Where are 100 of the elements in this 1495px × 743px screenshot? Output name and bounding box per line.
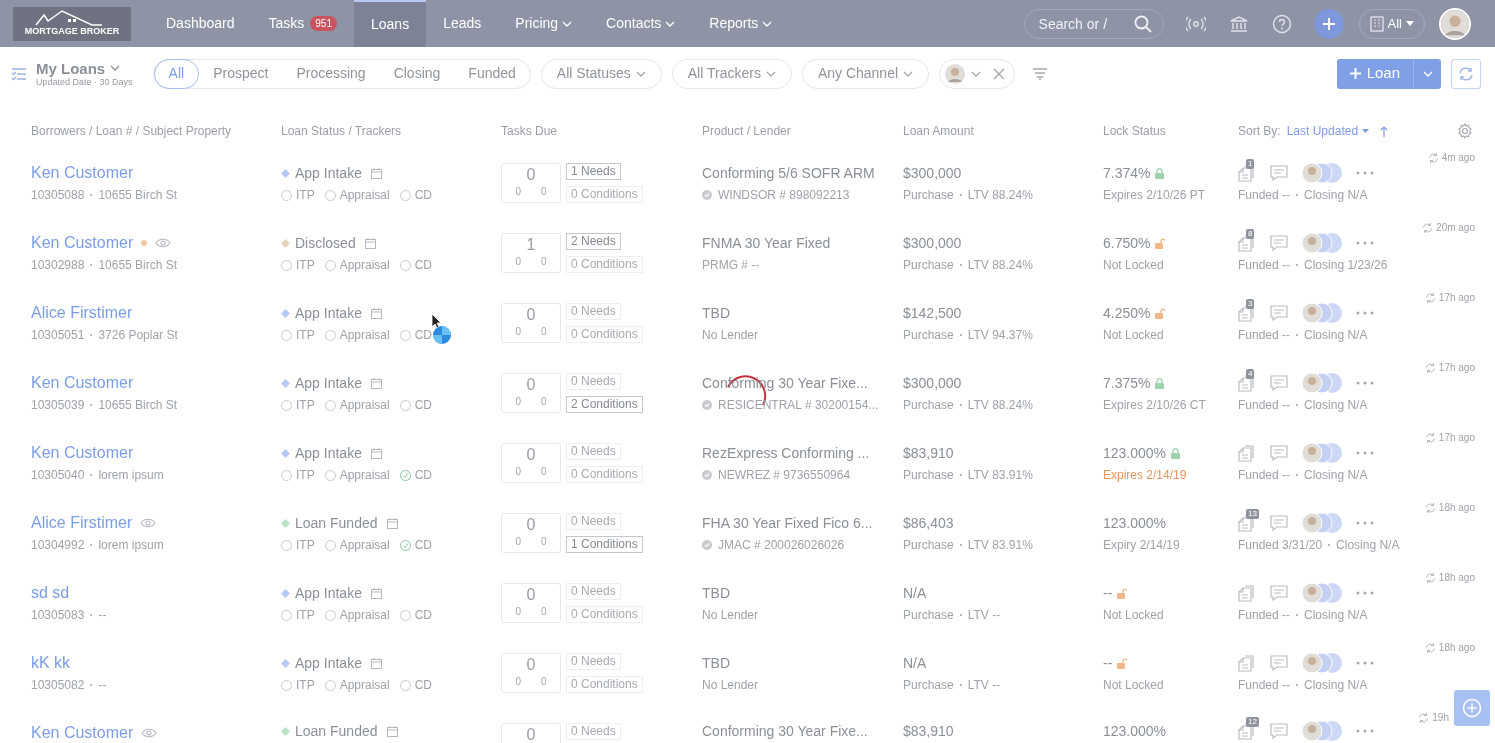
view-selector[interactable]: My Loans [36, 59, 133, 77]
comment-icon [1270, 375, 1288, 391]
tracker-check-icon[interactable] [399, 539, 411, 551]
borrower-link[interactable]: sd sd [31, 581, 70, 605]
needs-tag[interactable]: 0 Needs [566, 583, 621, 600]
conditions-tag[interactable]: 0 Conditions [566, 256, 643, 273]
tracker-circle-icon[interactable] [281, 259, 292, 271]
add-button[interactable] [1313, 8, 1344, 39]
tracker-circle-icon[interactable] [281, 329, 292, 341]
search-field[interactable]: Search or / [1023, 8, 1164, 39]
nav-tab[interactable]: Loans [354, 0, 427, 47]
tracker-circle-icon[interactable] [324, 189, 336, 201]
logo[interactable]: MORTGAGE BROKER [13, 6, 131, 41]
tracker-label: ITP [296, 537, 315, 554]
tracker-circle-icon[interactable] [281, 189, 292, 201]
stage-tab[interactable]: Closing [379, 58, 455, 89]
tasks-count: 0 [541, 676, 547, 688]
tracker-circle-icon[interactable] [399, 259, 411, 271]
needs-tag[interactable]: 0 Needs [566, 653, 621, 670]
documents-icon [1238, 374, 1256, 392]
needs-tag[interactable]: 0 Needs [566, 373, 621, 390]
avatar-icon [1441, 9, 1469, 38]
conditions-tag[interactable]: 0 Conditions [566, 466, 643, 483]
conditions-tag[interactable]: 0 Conditions [566, 606, 643, 623]
sync-icon [1422, 222, 1434, 233]
team-avatars-icon [1302, 653, 1342, 673]
stage-tab[interactable]: Funded [454, 58, 530, 89]
borrower-link[interactable]: Alice Firstimer [31, 511, 133, 535]
tracker-circle-icon[interactable] [324, 679, 336, 691]
column-header: Borrowers / Loan # / Subject Property [31, 124, 232, 138]
tracker-circle-icon[interactable] [281, 399, 292, 411]
refresh-button[interactable] [1451, 58, 1481, 89]
product-name: Conforming 5/6 SOFR ARM [702, 163, 875, 183]
borrower-link[interactable]: Alice Firstimer [31, 301, 133, 325]
tracker-label: ITP [296, 677, 315, 694]
needs-tag[interactable]: 0 Needs [566, 443, 621, 460]
tracker-circle-icon[interactable] [324, 329, 336, 341]
nav-tab[interactable]: Tasks 951 [251, 0, 354, 47]
tracker-circle-icon[interactable] [281, 679, 292, 691]
closing-date: Closing N/A [1304, 327, 1368, 344]
stage-tab[interactable]: Processing [282, 58, 380, 89]
tracker-circle-icon[interactable] [324, 609, 336, 621]
calendar-icon [370, 657, 382, 669]
tasks-count: 0 [515, 466, 521, 478]
needs-tag[interactable]: 1 Needs [566, 163, 621, 180]
nav-tab[interactable]: Contacts [589, 0, 693, 47]
borrower-link[interactable]: Ken Customer [31, 441, 134, 465]
tracker-label: CD [414, 257, 433, 274]
interest-rate: 123.000% [1103, 513, 1167, 533]
loan-number: 10305082 [31, 677, 85, 694]
conditions-tag[interactable]: 0 Conditions [566, 326, 643, 343]
borrower-link[interactable]: kK kk [31, 651, 71, 675]
chevron-down-icon [903, 70, 914, 77]
tracker-circle-icon[interactable] [399, 189, 411, 201]
stage-tab[interactable]: Prospect [199, 58, 283, 89]
lender-name: RESICENTRAL # 30200154... [718, 397, 879, 414]
conditions-tag[interactable]: 0 Conditions [566, 186, 643, 203]
tracker-label: Appraisal [339, 327, 390, 344]
conditions-tag[interactable]: 0 Conditions [566, 676, 643, 693]
tracker-circle-icon[interactable] [281, 609, 292, 621]
nav-tab[interactable]: Reports [692, 0, 790, 47]
nav-tab[interactable]: Leads [426, 0, 499, 47]
nav-tab[interactable]: Pricing [498, 0, 590, 47]
tracker-circle-icon[interactable] [324, 259, 336, 271]
more-icon [1356, 381, 1374, 385]
borrower-link[interactable]: Ken Customer [31, 721, 134, 743]
calendar-icon [370, 167, 382, 179]
nav-tab[interactable]: Dashboard [149, 0, 252, 47]
needs-tag[interactable]: 0 Needs [566, 513, 621, 530]
product-name: FHA 30 Year Fixed Fico 6... [702, 513, 873, 533]
tracker-check-icon[interactable] [399, 469, 411, 481]
borrower-link[interactable]: Ken Customer [31, 161, 134, 185]
loan-status: App Intake [295, 653, 362, 673]
tracker-circle-icon[interactable] [324, 399, 336, 411]
tracker-circle-icon[interactable] [324, 539, 336, 551]
tasks-count: 0 [541, 606, 547, 618]
loan-number: 10305039 [31, 397, 85, 414]
tracker-label: Appraisal [339, 187, 390, 204]
tracker-circle-icon[interactable] [399, 329, 411, 341]
needs-tag[interactable]: 0 Needs [566, 303, 621, 320]
tracker-label: Appraisal [339, 607, 390, 624]
borrower-link[interactable]: Ken Customer [31, 231, 134, 255]
tracker-circle-icon[interactable] [324, 469, 336, 481]
conditions-tag[interactable]: 2 Conditions [566, 396, 643, 413]
conditions-tag[interactable]: 1 Conditions [566, 536, 643, 553]
needs-tag[interactable]: 0 Needs [566, 723, 621, 740]
funded-date: Funded -- [1238, 607, 1291, 624]
sort-dropdown[interactable]: Last Updated [1286, 122, 1370, 140]
needs-tag[interactable]: 2 Needs [566, 233, 621, 250]
tracker-circle-icon[interactable] [399, 679, 411, 691]
floating-add-button[interactable] [1454, 690, 1490, 726]
loan-number: 10305040 [31, 467, 85, 484]
tracker-circle-icon[interactable] [281, 539, 292, 551]
tracker-label: Appraisal [339, 677, 390, 694]
tracker-circle-icon[interactable] [281, 469, 292, 481]
broadcast-icon [1185, 15, 1206, 32]
column-header: Lock Status [1103, 124, 1166, 138]
tracker-circle-icon[interactable] [399, 609, 411, 621]
tracker-circle-icon[interactable] [399, 399, 411, 411]
borrower-link[interactable]: Ken Customer [31, 371, 134, 395]
